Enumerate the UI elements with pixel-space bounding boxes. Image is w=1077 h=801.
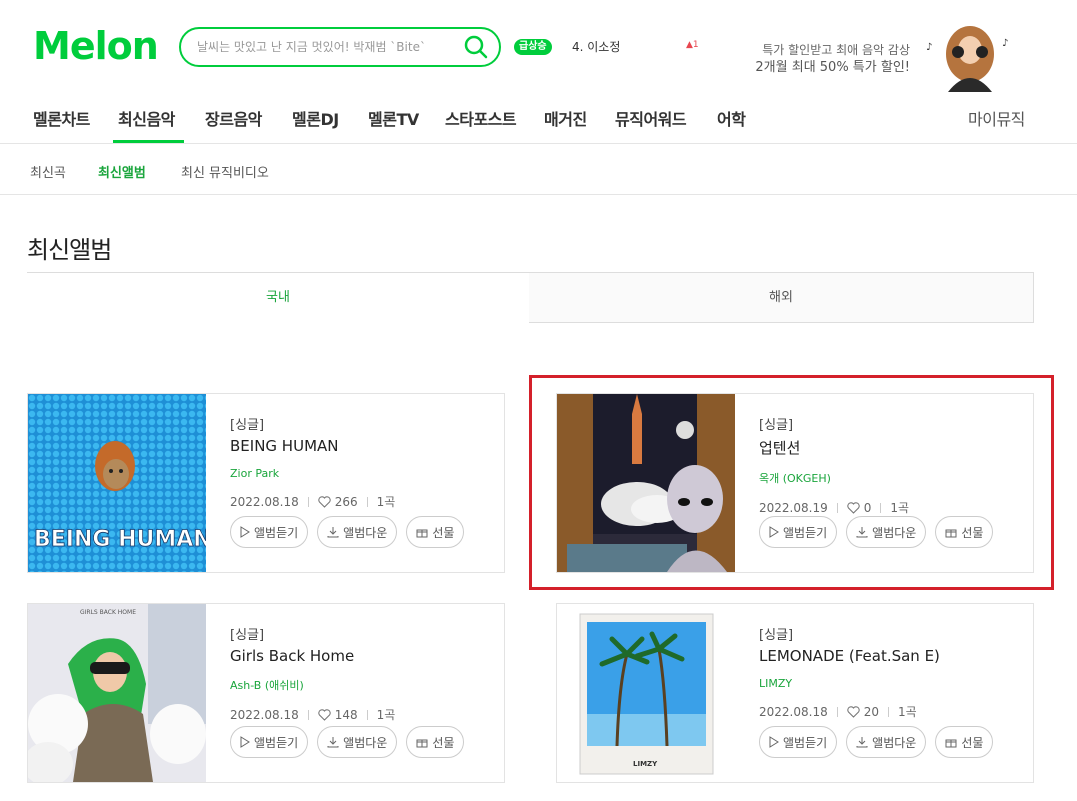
heart-icon[interactable]	[318, 495, 331, 508]
download-icon	[327, 737, 339, 748]
download-label: 앨범다운	[343, 525, 388, 540]
subnav-new-songs[interactable]: 최신곡	[30, 162, 66, 181]
download-label: 앨범다운	[343, 735, 388, 750]
gift-icon	[945, 739, 957, 748]
promo-line1: 특가 할인받고 최애 음악 감상	[762, 43, 910, 57]
album-cover[interactable]: GIRLS BACK HOME	[28, 604, 206, 782]
album-type: [싱글]	[759, 628, 794, 643]
play-icon	[769, 736, 779, 748]
gnb-new-music[interactable]: 최신음악	[118, 106, 175, 130]
cover-title-text: BEING HUMAN	[34, 527, 206, 552]
active-tab-indicator	[113, 140, 184, 143]
svg-text:♪: ♪	[1002, 38, 1008, 49]
listen-label: 앨범듣기	[783, 735, 828, 750]
album-title[interactable]: Girls Back Home	[230, 647, 395, 665]
svg-text:♪: ♪	[926, 42, 932, 53]
gnb-dj[interactable]: 멜론DJ	[292, 106, 339, 130]
gift-button[interactable]: 선물	[406, 726, 465, 758]
release-date: 2022.08.18	[759, 704, 828, 719]
gnb-magazine[interactable]: 매거진	[544, 106, 587, 130]
album-artist[interactable]: LIMZY	[759, 677, 940, 690]
rising-badge: 급상승	[514, 39, 552, 55]
gnb-my-music[interactable]: 마이뮤직	[968, 106, 1025, 130]
album-type: [싱글]	[230, 628, 265, 643]
album-title[interactable]: LEMONADE (Feat.San E)	[759, 647, 940, 665]
promo-banner[interactable]: 특가 할인받고 최애 음악 감상 2개월 최대 50% 특가 할인!	[740, 42, 910, 76]
listen-album-button[interactable]: 앨범듣기	[759, 726, 838, 758]
download-album-button[interactable]: 앨범다운	[317, 516, 398, 548]
search-box	[179, 27, 501, 67]
rank-change: ▲1	[686, 40, 699, 50]
gift-label: 선물	[432, 735, 455, 750]
gift-label: 선물	[961, 735, 984, 750]
gift-icon	[416, 529, 428, 538]
gnb-tv[interactable]: 멜론TV	[368, 106, 419, 130]
subnav-new-mv[interactable]: 최신 뮤직비디오	[181, 162, 269, 181]
play-icon	[240, 736, 250, 748]
selection-highlight-box	[529, 375, 1054, 590]
search-icon[interactable]	[463, 34, 489, 60]
gnb-music-award[interactable]: 뮤직어워드	[615, 106, 687, 130]
like-count: 148	[334, 707, 358, 722]
gnb-starpost[interactable]: 스타포스트	[445, 106, 517, 130]
page-title: 최신앨범	[27, 236, 112, 264]
album-artist[interactable]: Ash-B (애쉬비)	[230, 677, 395, 693]
album-cover[interactable]: BEING HUMAN	[28, 394, 206, 572]
gift-icon	[416, 739, 428, 748]
gift-button[interactable]: 선물	[406, 516, 465, 548]
listen-album-button[interactable]: 앨범듣기	[230, 516, 309, 548]
album-card: LIMZY [싱글] LEMONADE (Feat.San E) LIMZY 2…	[556, 603, 1034, 783]
download-icon	[327, 527, 339, 538]
search-input[interactable]	[197, 37, 447, 57]
tab-domestic[interactable]: 국내	[27, 272, 530, 323]
gnb-chart[interactable]: 멜론차트	[33, 106, 90, 130]
gnb-genre[interactable]: 장르음악	[205, 106, 262, 130]
download-icon	[856, 737, 868, 748]
album-artist[interactable]: Zior Park	[230, 467, 395, 480]
album-card: GIRLS BACK HOME [싱글] Girls Back Home Ash…	[27, 603, 505, 783]
play-icon	[240, 526, 250, 538]
main-navigation: 멜론차트 최신음악 장르음악 멜론DJ 멜론TV 스타포스트 매거진 뮤직어워드…	[0, 92, 1077, 144]
download-label: 앨범다운	[872, 735, 917, 750]
promo-line2: 2개월 최대 50% 특가 할인!	[755, 60, 910, 75]
track-count: 1곡	[376, 495, 396, 509]
like-count: 266	[334, 494, 358, 509]
download-album-button[interactable]: 앨범다운	[317, 726, 398, 758]
gift-label: 선물	[432, 525, 455, 540]
listen-label: 앨범듣기	[254, 735, 299, 750]
listen-label: 앨범듣기	[254, 525, 299, 540]
gnb-language[interactable]: 어학	[717, 106, 746, 130]
cover-title-text: GIRLS BACK HOME	[80, 609, 136, 616]
release-date: 2022.08.18	[230, 494, 299, 509]
release-date: 2022.08.18	[230, 707, 299, 722]
download-album-button[interactable]: 앨범다운	[846, 726, 927, 758]
album-title[interactable]: BEING HUMAN	[230, 437, 395, 455]
gift-button[interactable]: 선물	[935, 726, 994, 758]
album-cover[interactable]: LIMZY	[557, 604, 735, 782]
melon-logo[interactable]: Melon	[33, 24, 159, 68]
album-type: [싱글]	[230, 418, 265, 433]
like-count: 20	[863, 704, 879, 719]
tab-international[interactable]: 해외	[529, 272, 1034, 323]
heart-icon[interactable]	[847, 705, 860, 718]
listen-album-button[interactable]: 앨범듣기	[230, 726, 309, 758]
subnav-new-albums[interactable]: 최신앨범	[98, 162, 146, 181]
sub-navigation: 최신곡 최신앨범 최신 뮤직비디오	[0, 145, 1077, 195]
track-count: 1곡	[898, 705, 917, 719]
heart-icon[interactable]	[318, 708, 331, 721]
track-count: 1곡	[376, 708, 396, 722]
rising-keyword[interactable]: 4. 이소정	[572, 38, 620, 55]
album-card: BEING HUMAN [싱글] BEING HUMAN Zior Park 2…	[27, 393, 505, 573]
cover-title-text: LIMZY	[633, 760, 658, 768]
promo-illustration[interactable]: ♪ ♪	[918, 24, 1014, 92]
